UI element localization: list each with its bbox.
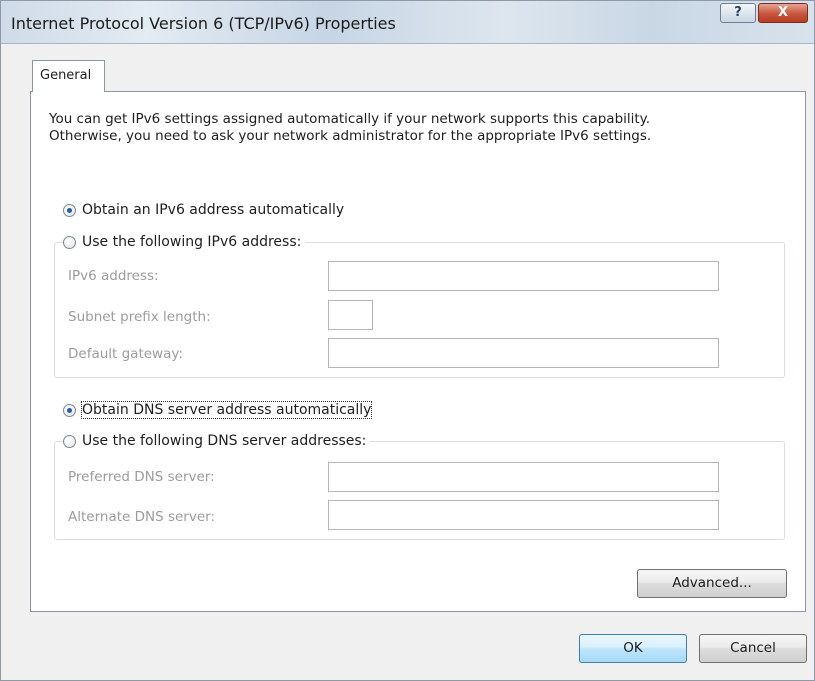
obtain-ipv6-auto-label: Obtain an IPv6 address automatically [82,202,345,218]
tcp-ipv6-properties-dialog: Internet Protocol Version 6 (TCP/IPv6) P… [0,0,815,681]
title-bar[interactable]: Internet Protocol Version 6 (TCP/IPv6) P… [1,1,814,44]
ipv6-address-label: IPv6 address: [68,268,159,284]
use-following-ipv6-radio[interactable]: Use the following IPv6 address: [63,233,306,251]
close-icon: X [777,5,789,20]
obtain-dns-auto-radio[interactable]: Obtain DNS server address automatically [63,401,373,419]
preferred-dns-server-input[interactable] [328,462,719,492]
obtain-ipv6-auto-radio[interactable]: Obtain an IPv6 address automatically [63,201,344,219]
radio-button[interactable] [63,235,76,249]
help-icon: ? [734,5,742,20]
window-title: Internet Protocol Version 6 (TCP/IPv6) P… [11,14,396,33]
intro-text-line-2: Otherwise, you need to ask your network … [49,128,652,144]
radio-button-checked[interactable] [63,203,76,217]
radio-button[interactable] [63,434,76,448]
intro-text-line-1: You can get IPv6 settings assigned autom… [49,111,651,127]
help-button[interactable]: ? [720,3,756,23]
subnet-prefix-length-input[interactable] [328,300,373,330]
alternate-dns-server-label: Alternate DNS server: [68,509,216,525]
ipv6-address-input[interactable] [328,261,719,291]
radio-button-checked[interactable] [63,403,76,417]
subnet-prefix-length-label: Subnet prefix length: [68,309,211,325]
close-button[interactable]: X [758,3,808,23]
ok-button[interactable]: OK [579,634,687,663]
obtain-dns-auto-label: Obtain DNS server address automatically [80,401,373,419]
preferred-dns-server-label: Preferred DNS server: [68,469,215,485]
use-following-dns-radio[interactable]: Use the following DNS server addresses: [63,432,371,450]
use-following-ipv6-label: Use the following IPv6 address: [82,234,302,250]
advanced-button[interactable]: Advanced... [637,569,787,598]
tab-general[interactable]: General [32,60,105,92]
default-gateway-input[interactable] [328,338,719,368]
cancel-button[interactable]: Cancel [699,634,807,663]
use-following-dns-label: Use the following DNS server addresses: [82,433,367,449]
default-gateway-label: Default gateway: [68,346,183,362]
alternate-dns-server-input[interactable] [328,500,719,530]
